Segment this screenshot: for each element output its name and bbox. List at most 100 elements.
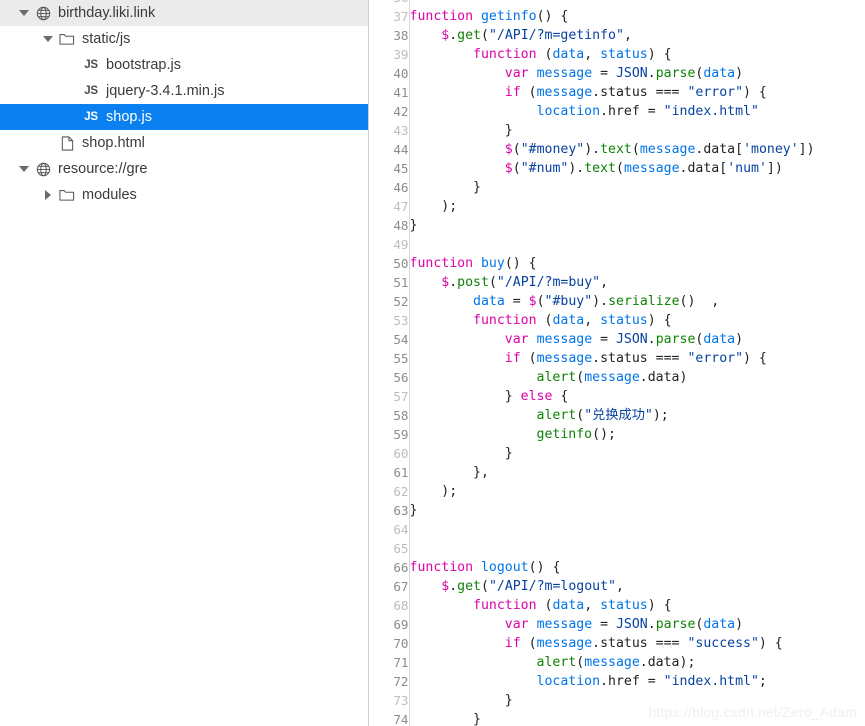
chevron-right-icon[interactable] bbox=[40, 190, 56, 200]
line-source[interactable]: var message = JSON.parse(data) bbox=[409, 615, 815, 634]
line-number[interactable]: 37 bbox=[369, 7, 410, 26]
token-pn: . bbox=[592, 636, 601, 651]
line-source[interactable]: function (data, status) { bbox=[409, 596, 815, 615]
line-number[interactable]: 53 bbox=[369, 311, 410, 330]
line-source[interactable] bbox=[409, 520, 815, 539]
line-number[interactable]: 42 bbox=[369, 102, 410, 121]
line-number[interactable]: 51 bbox=[369, 273, 410, 292]
line-number[interactable]: 45 bbox=[369, 159, 410, 178]
line-source[interactable]: data = $("#buy").serialize() , bbox=[409, 292, 815, 311]
line-number[interactable]: 57 bbox=[369, 387, 410, 406]
line-number[interactable]: 50 bbox=[369, 254, 410, 273]
chevron-down-icon[interactable] bbox=[40, 36, 56, 42]
source-editor-pane[interactable]: 36 37function getinfo() {38 $.get("/API/… bbox=[369, 0, 865, 726]
line-number[interactable]: 54 bbox=[369, 330, 410, 349]
line-source[interactable]: $.post("/API/?m=buy", bbox=[409, 273, 815, 292]
line-number[interactable]: 46 bbox=[369, 178, 410, 197]
line-source[interactable]: function (data, status) { bbox=[409, 45, 815, 64]
code-line: 45 $("#num").text(message.data['num']) bbox=[369, 159, 815, 178]
line-source[interactable]: $.get("/API/?m=getinfo", bbox=[409, 26, 815, 45]
line-number[interactable]: 44 bbox=[369, 140, 410, 159]
line-number[interactable]: 73 bbox=[369, 691, 410, 710]
line-source[interactable]: getinfo(); bbox=[409, 425, 815, 444]
line-number[interactable]: 58 bbox=[369, 406, 410, 425]
token-pn bbox=[529, 617, 537, 632]
line-source[interactable]: ); bbox=[409, 197, 815, 216]
code-scroll-area[interactable]: 36 37function getinfo() {38 $.get("/API/… bbox=[369, 0, 865, 726]
line-number[interactable]: 62 bbox=[369, 482, 410, 501]
line-source[interactable]: } bbox=[409, 178, 815, 197]
token-pn: () { bbox=[504, 256, 537, 271]
line-number[interactable]: 72 bbox=[369, 672, 410, 691]
line-number[interactable]: 55 bbox=[369, 349, 410, 368]
line-source[interactable] bbox=[409, 235, 815, 254]
line-source[interactable]: } else { bbox=[409, 387, 815, 406]
line-number[interactable]: 41 bbox=[369, 83, 410, 102]
line-number[interactable]: 40 bbox=[369, 64, 410, 83]
line-number[interactable]: 68 bbox=[369, 596, 410, 615]
line-source[interactable]: alert(message.data) bbox=[409, 368, 815, 387]
line-source[interactable]: $("#num").text(message.data['num']) bbox=[409, 159, 815, 178]
line-number[interactable]: 60 bbox=[369, 444, 410, 463]
line-source[interactable]: } bbox=[409, 121, 815, 140]
line-source[interactable]: }, bbox=[409, 463, 815, 482]
tree-item-modules[interactable]: modules bbox=[0, 182, 368, 208]
globe-icon bbox=[32, 6, 54, 21]
sources-tree-pane[interactable]: birthday.liki.link static/js JS bootstrap.j… bbox=[0, 0, 369, 726]
line-source[interactable]: } bbox=[409, 216, 815, 235]
line-number[interactable]: 63 bbox=[369, 501, 410, 520]
line-number[interactable]: 52 bbox=[369, 292, 410, 311]
line-source[interactable]: } bbox=[409, 444, 815, 463]
line-source[interactable]: function (data, status) { bbox=[409, 311, 815, 330]
line-source[interactable]: var message = JSON.parse(data) bbox=[409, 330, 815, 349]
line-source[interactable]: var message = JSON.parse(data) bbox=[409, 64, 815, 83]
chevron-down-icon[interactable] bbox=[16, 10, 32, 16]
line-source[interactable]: if (message.status === "error") { bbox=[409, 349, 815, 368]
line-number[interactable]: 43 bbox=[369, 121, 410, 140]
line-source[interactable] bbox=[409, 539, 815, 558]
line-source[interactable] bbox=[409, 0, 815, 7]
line-source[interactable]: function buy() { bbox=[409, 254, 815, 273]
line-number[interactable]: 69 bbox=[369, 615, 410, 634]
line-source[interactable]: } bbox=[409, 501, 815, 520]
line-source[interactable]: $("#money").text(message.data['money']) bbox=[409, 140, 815, 159]
line-number[interactable]: 74 bbox=[369, 710, 410, 726]
line-number[interactable]: 66 bbox=[369, 558, 410, 577]
line-number[interactable]: 56 bbox=[369, 368, 410, 387]
line-source[interactable]: location.href = "index.html"; bbox=[409, 672, 815, 691]
line-number[interactable]: 48 bbox=[369, 216, 410, 235]
tree-item-birthday-liki-link[interactable]: birthday.liki.link bbox=[0, 0, 368, 26]
line-source[interactable]: $.get("/API/?m=logout", bbox=[409, 577, 815, 596]
token-pn: ); bbox=[652, 408, 669, 423]
line-number[interactable]: 71 bbox=[369, 653, 410, 672]
tree-item-jquery-3-4-1-min-js[interactable]: JS jquery-3.4.1.min.js bbox=[0, 78, 368, 104]
line-source[interactable]: function logout() { bbox=[409, 558, 815, 577]
line-number[interactable]: 47 bbox=[369, 197, 410, 216]
line-source[interactable]: location.href = "index.html" bbox=[409, 102, 815, 121]
line-number[interactable]: 65 bbox=[369, 539, 410, 558]
line-number[interactable]: 59 bbox=[369, 425, 410, 444]
line-source[interactable]: if (message.status === "success") { bbox=[409, 634, 815, 653]
line-number[interactable]: 70 bbox=[369, 634, 410, 653]
line-source[interactable]: function getinfo() { bbox=[409, 7, 815, 26]
line-number[interactable]: 67 bbox=[369, 577, 410, 596]
line-source[interactable]: } bbox=[409, 691, 815, 710]
tree-item-bootstrap-js[interactable]: JS bootstrap.js bbox=[0, 52, 368, 78]
line-number[interactable]: 39 bbox=[369, 45, 410, 64]
tree-item-shop-html[interactable]: shop.html bbox=[0, 130, 368, 156]
tree-item-resource-gre[interactable]: resource://gre bbox=[0, 156, 368, 182]
line-number[interactable]: 61 bbox=[369, 463, 410, 482]
line-source[interactable]: alert("兑换成功"); bbox=[409, 406, 815, 425]
line-source[interactable]: ); bbox=[409, 482, 815, 501]
tree-item-shop-js[interactable]: JS shop.js bbox=[0, 104, 368, 130]
line-source[interactable]: if (message.status === "error") { bbox=[409, 83, 815, 102]
line-source[interactable]: alert(message.data); bbox=[409, 653, 815, 672]
tree-item-static-js[interactable]: static/js bbox=[0, 26, 368, 52]
chevron-down-icon[interactable] bbox=[16, 166, 32, 172]
line-number[interactable]: 64 bbox=[369, 520, 410, 539]
line-number[interactable]: 38 bbox=[369, 26, 410, 45]
source-tree-list[interactable]: birthday.liki.link static/js JS bootstrap.j… bbox=[0, 0, 368, 208]
line-source[interactable]: } bbox=[409, 710, 815, 726]
line-number[interactable]: 49 bbox=[369, 235, 410, 254]
line-number[interactable]: 36 bbox=[369, 0, 410, 7]
